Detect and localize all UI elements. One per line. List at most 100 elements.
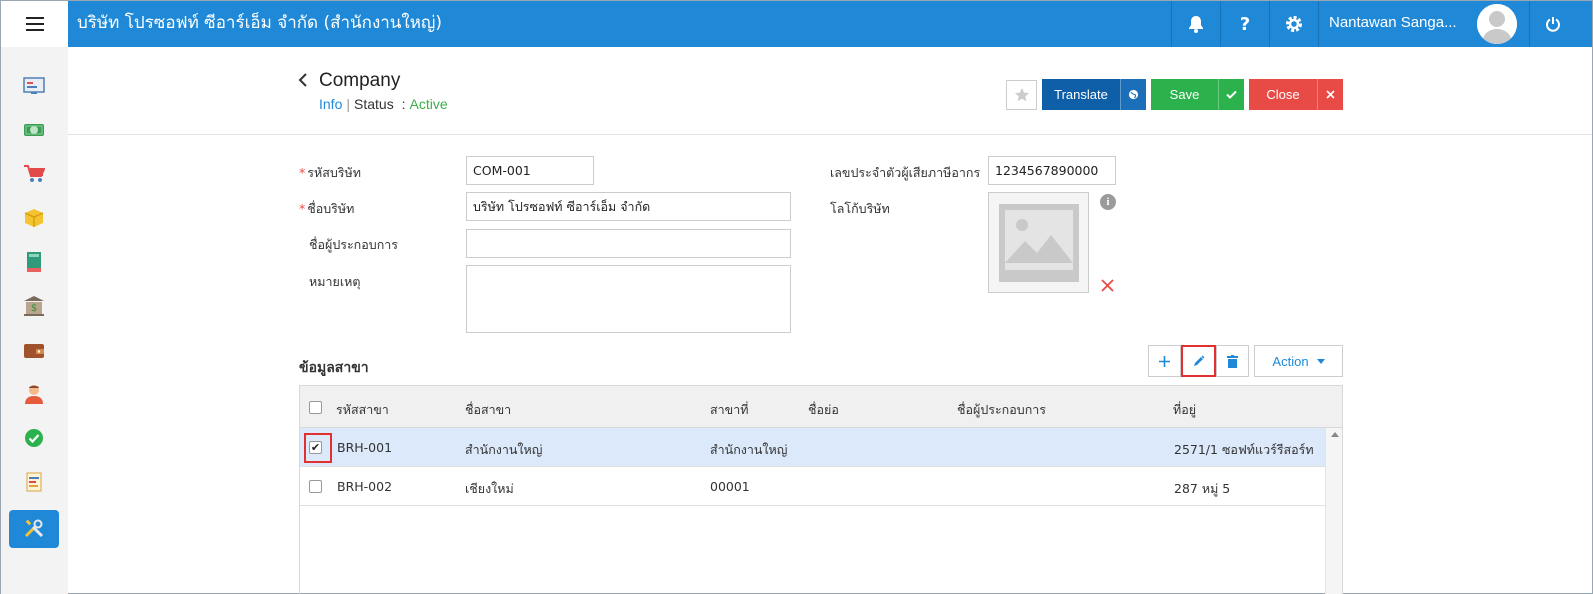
page-header bbox=[68, 47, 1592, 135]
operator-name-label: ชื่อผู้ประกอบการ bbox=[309, 237, 398, 252]
chevron-left-icon bbox=[298, 73, 307, 87]
dashboard-icon bbox=[23, 77, 45, 94]
box-icon bbox=[24, 209, 44, 227]
column-header[interactable]: ชื่อสาขา bbox=[465, 400, 511, 420]
breadcrumb: Info | Status : Active bbox=[319, 96, 448, 112]
tax-id-input[interactable]: 1234567890000 bbox=[988, 156, 1116, 185]
sidebar-item-settings[interactable] bbox=[9, 510, 59, 548]
sidebar-item-sales[interactable] bbox=[9, 155, 59, 193]
column-header[interactable]: ชื่อผู้ประกอบการ bbox=[957, 400, 1046, 420]
table-row[interactable]: ✔ BRH-001 สำนักงานใหญ่ สำนักงานใหญ่ 2571… bbox=[300, 428, 1325, 467]
bank-icon: $ bbox=[24, 296, 44, 316]
action-label: Action bbox=[1272, 353, 1309, 369]
notification-button[interactable] bbox=[1171, 1, 1220, 47]
operator-name-input[interactable] bbox=[466, 229, 791, 258]
translate-label: Translate bbox=[1054, 87, 1108, 102]
menu-toggle-button[interactable] bbox=[1, 1, 68, 47]
user-name[interactable]: Nantawan Sanga... bbox=[1329, 1, 1457, 47]
table-row[interactable]: BRH-002 เชียงใหม่ 00001 287 หมู่ 5 bbox=[300, 467, 1325, 506]
company-code-label: * รหัสบริษัท bbox=[299, 165, 361, 180]
company-name-label: * ชื่อบริษัท bbox=[299, 201, 355, 216]
company-name-input[interactable]: บริษัท โปรซอฟท์ ซีอาร์เอ็ม จำกัด bbox=[466, 192, 791, 221]
sidebar-item-wallet[interactable] bbox=[9, 331, 59, 369]
close-button[interactable]: Close bbox=[1249, 79, 1343, 110]
svg-text:$: $ bbox=[31, 303, 37, 314]
branch-number: 00001 bbox=[710, 479, 750, 494]
help-button[interactable]: ? bbox=[1220, 1, 1269, 47]
sidebar-item-approval[interactable] bbox=[9, 419, 59, 457]
company-title: บริษัท โปรซอฟท์ ซีอาร์เอ็ม จำกัด (สำนักง… bbox=[77, 13, 443, 33]
bell-icon bbox=[1189, 16, 1203, 33]
back-button[interactable] bbox=[298, 72, 308, 93]
section-title: ข้อมูลสาขา bbox=[299, 360, 369, 376]
favorite-button[interactable] bbox=[1006, 80, 1037, 110]
translate-button[interactable]: Translate bbox=[1042, 79, 1146, 110]
sidebar-item-inventory[interactable] bbox=[9, 199, 59, 237]
tools-icon bbox=[24, 519, 44, 538]
status-label: Status bbox=[354, 96, 394, 112]
select-all-checkbox[interactable] bbox=[309, 401, 322, 414]
column-header[interactable]: รหัสสาขา bbox=[336, 400, 389, 420]
edit-branch-button[interactable] bbox=[1181, 345, 1216, 377]
sidebar-item-dashboard[interactable] bbox=[9, 67, 59, 105]
row-checkbox[interactable] bbox=[309, 480, 322, 493]
money-icon bbox=[24, 124, 44, 136]
branch-number: สำนักงานใหญ่ bbox=[710, 442, 788, 457]
status-colon: : bbox=[401, 96, 406, 112]
sidebar-item-report[interactable] bbox=[9, 463, 59, 501]
status-badge: Active bbox=[409, 96, 448, 112]
remark-textarea[interactable] bbox=[466, 265, 791, 333]
logo-upload[interactable] bbox=[988, 192, 1089, 293]
avatar[interactable] bbox=[1477, 4, 1517, 44]
logo-label: โลโก้บริษัท bbox=[830, 201, 890, 216]
company-code-input[interactable]: COM-001 bbox=[466, 156, 594, 185]
save-label: Save bbox=[1169, 87, 1200, 102]
hamburger-icon bbox=[25, 17, 44, 31]
branch-code: BRH-001 bbox=[337, 440, 393, 455]
globe-icon bbox=[1120, 79, 1146, 110]
close-icon bbox=[1101, 279, 1114, 292]
wallet-icon bbox=[24, 344, 44, 358]
info-link[interactable]: Info bbox=[319, 96, 342, 112]
power-icon bbox=[1545, 17, 1560, 32]
tax-id-label: เลขประจำตัวผู้เสียภาษีอากร bbox=[830, 165, 981, 180]
book-icon bbox=[27, 252, 41, 272]
branch-code: BRH-002 bbox=[337, 479, 393, 494]
save-button[interactable]: Save bbox=[1151, 79, 1244, 110]
page-title: Company bbox=[319, 70, 401, 91]
column-header[interactable]: สาขาที่ bbox=[710, 400, 748, 420]
settings-button[interactable] bbox=[1269, 1, 1318, 47]
cart-icon bbox=[24, 165, 45, 182]
pencil-icon bbox=[1193, 355, 1205, 366]
sidebar: $ bbox=[1, 47, 68, 594]
branch-address: 287 หมู่ 5 bbox=[1174, 481, 1231, 496]
add-branch-button[interactable] bbox=[1148, 345, 1181, 377]
branch-table: รหัสสาขา ชื่อสาขา สาขาที่ ชื่อย่อ ชื่อผู… bbox=[299, 385, 1343, 594]
remove-logo-button[interactable] bbox=[1101, 277, 1114, 297]
row-checkbox[interactable]: ✔ bbox=[309, 441, 322, 454]
sidebar-item-accounting[interactable] bbox=[9, 243, 59, 281]
trash-icon bbox=[1227, 354, 1238, 368]
check-icon bbox=[1218, 79, 1244, 110]
column-header[interactable]: ชื่อย่อ bbox=[808, 400, 839, 420]
branch-address: 2571/1 ซอฟท์แวร์รีสอร์ท bbox=[1174, 442, 1314, 457]
report-icon bbox=[26, 472, 42, 492]
info-icon[interactable]: i bbox=[1100, 194, 1116, 210]
scroll-up-icon[interactable] bbox=[1331, 432, 1339, 437]
close-icon bbox=[1317, 79, 1343, 110]
top-bar: บริษัท โปรซอฟท์ ซีอาร์เอ็ม จำกัด (สำนักง… bbox=[1, 1, 1592, 47]
image-placeholder-icon bbox=[998, 203, 1079, 282]
logout-button[interactable] bbox=[1529, 1, 1575, 47]
sidebar-item-hr[interactable] bbox=[9, 375, 59, 413]
table-scrollbar[interactable] bbox=[1325, 428, 1342, 594]
action-dropdown[interactable]: Action bbox=[1254, 345, 1343, 377]
delete-branch-button[interactable] bbox=[1216, 345, 1249, 377]
approve-icon bbox=[25, 429, 43, 447]
star-icon bbox=[1014, 88, 1029, 102]
gear-icon bbox=[1286, 16, 1302, 32]
column-header[interactable]: ที่อยู่ bbox=[1173, 400, 1196, 420]
sidebar-item-money[interactable] bbox=[9, 111, 59, 149]
divider bbox=[1318, 1, 1319, 47]
remark-label: หมายเหตุ bbox=[309, 274, 361, 289]
sidebar-item-bank[interactable]: $ bbox=[9, 287, 59, 325]
